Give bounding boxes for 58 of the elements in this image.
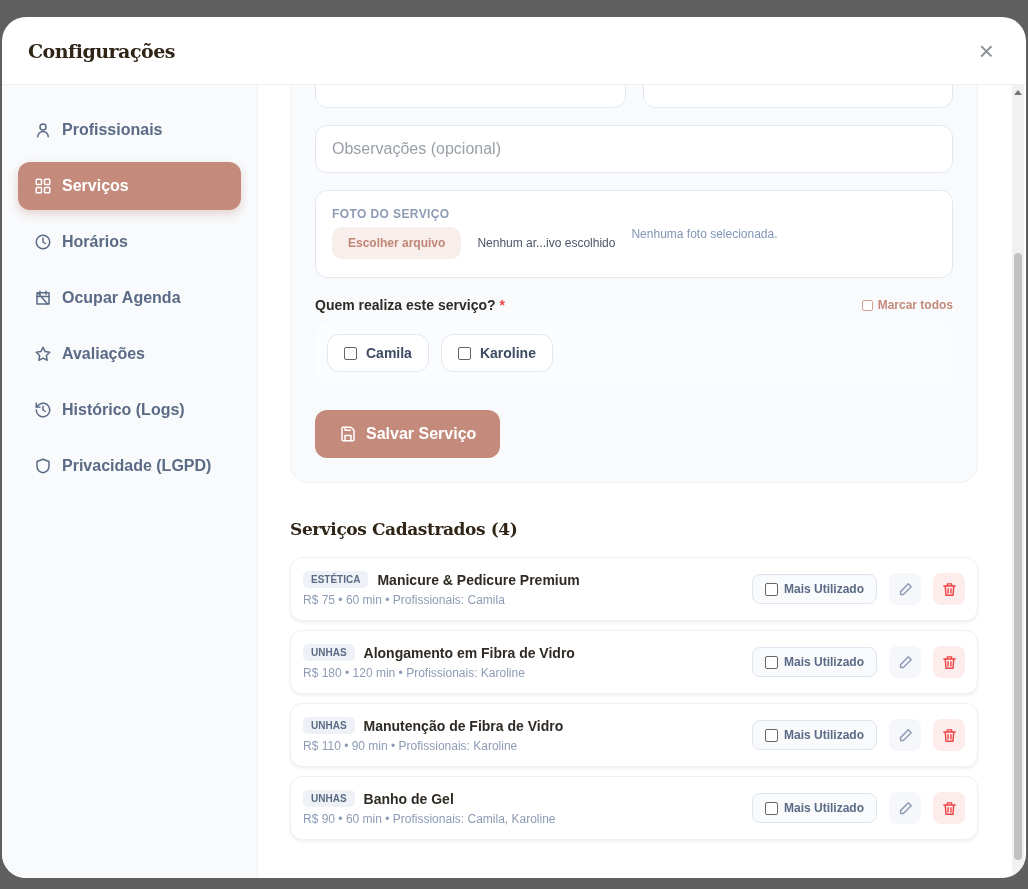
save-button[interactable]: Salvar Serviço [315,410,501,458]
service-details: R$ 180 • 120 min • Profissionais: Karoline [303,666,526,680]
featured-checkbox[interactable]: Mais Utilizado [752,720,877,750]
calendar-icon [34,289,52,307]
category-tag: ESTÉTICA [303,571,369,588]
modal-title: Configurações [28,39,175,62]
photo-label: FOTO DO SERVIÇO [332,207,451,221]
scrollbar[interactable] [1012,85,1024,878]
service-name: Banho de Gel [363,790,454,807]
edit-button[interactable] [889,719,921,751]
sidebar-item[interactable]: Profissionais [18,106,241,154]
service-name: Manicure & Pedicure Premium [377,571,580,588]
trash-icon [940,726,958,744]
notes-field[interactable]: Observações (opcional) [315,125,953,173]
scroll-up-icon[interactable] [1014,89,1022,95]
service-name: Alongamento em Fibra de Vidro [363,644,575,661]
sidebar-item[interactable]: Histórico (Logs) [18,386,241,434]
person-icon [34,121,52,139]
photo-status: Nenhuma foto selecionada. [631,227,778,241]
featured-checkbox[interactable]: Mais Utilizado [752,793,877,823]
file-status: Nenhum ar...ivo escolhido [477,236,616,250]
featured-checkbox[interactable]: Mais Utilizado [752,647,877,677]
service-details: R$ 110 • 90 min • Profissionais: Karoline [303,739,519,753]
sidebar-item[interactable]: Privacidade (LGPD) [18,442,241,490]
star-icon [34,345,52,363]
section-title: Serviços Cadastrados (4) [290,519,519,539]
grid-icon [34,177,52,195]
shield-icon [34,457,52,475]
service-name: Manutenção de Fibra de Vidro [363,717,564,734]
sidebar-item[interactable]: Horários [18,218,241,266]
edit-button[interactable] [889,792,921,824]
trash-icon [940,653,958,671]
save-icon [339,425,357,443]
sidebar-item[interactable]: Ocupar Agenda [18,274,241,322]
featured-checkbox[interactable]: Mais Utilizado [752,574,877,604]
select-all-checkbox[interactable]: Marcar todos [861,298,953,312]
edit-button[interactable] [889,646,921,678]
choose-file-button[interactable]: Escolher arquivo [332,227,462,259]
history-icon [34,401,52,419]
delete-button[interactable] [933,573,965,605]
sidebar-item[interactable]: Avaliações [18,330,241,378]
sidebar-item[interactable]: Serviços [18,162,241,210]
professional-checkbox[interactable]: Karoline [440,334,553,372]
delete-button[interactable] [933,792,965,824]
category-tag: UNHAS [303,644,355,661]
trash-icon [940,799,958,817]
close-button[interactable]: × [974,37,998,64]
service-details: R$ 90 • 60 min • Profissionais: Camila, Karoline [303,812,557,826]
trash-icon [940,580,958,598]
professionals-label: Quem realiza este serviço? * [315,297,505,313]
service-details: R$ 75 • 60 min • Profissionais: Camila [303,593,506,607]
clock-icon [34,233,52,251]
category-tag: UNHAS [303,717,355,734]
delete-button[interactable] [933,719,965,751]
category-tag: UNHAS [303,790,355,807]
edit-button[interactable] [889,573,921,605]
professional-checkbox[interactable]: Camila [327,334,429,372]
delete-button[interactable] [933,646,965,678]
